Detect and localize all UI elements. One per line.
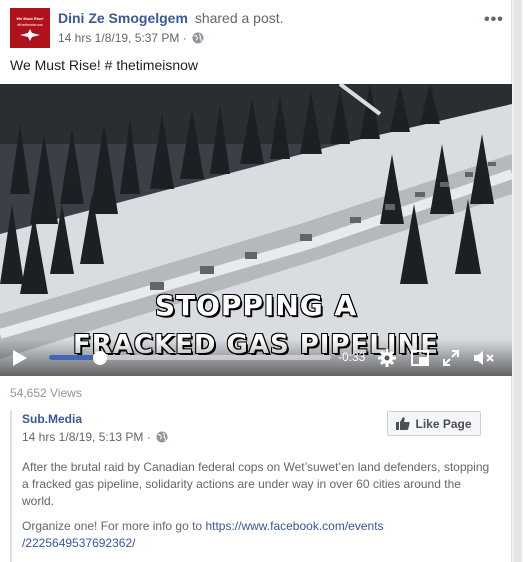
more-options-icon[interactable]: ••• <box>484 11 504 29</box>
volume-muted-icon[interactable] <box>472 348 496 368</box>
time-remaining: -0:33 <box>338 350 366 364</box>
organize-text: Organize one! For more info go to <box>22 519 206 533</box>
video-controls: -0:33 <box>0 339 512 376</box>
shared-original-post: Sub.Media 14 hrs 1/8/19, 5:13 PM · Like … <box>10 410 500 562</box>
globe-icon[interactable] <box>156 431 168 443</box>
shared-post-card: We Must Rise! #thetimeisnow Dini Ze Smog… <box>0 0 512 562</box>
author-line: Dini Ze Smogelgem shared a post. <box>58 10 284 26</box>
event-link-part-1[interactable]: https://www.facebook.com/events <box>205 519 383 533</box>
event-link-part-2[interactable]: /2225649537692362/ <box>22 536 135 550</box>
picture-in-picture-icon[interactable] <box>410 348 430 368</box>
video-player[interactable]: STOPPING A FRACKED GAS PIPELINE -0:33 <box>0 84 512 376</box>
video-caption-line-1: STOPPING A <box>154 289 358 322</box>
shared-post-timestamp[interactable]: 14 hrs 1/8/19, 5:13 PM · <box>22 430 151 444</box>
fullscreen-icon[interactable] <box>441 348 461 368</box>
like-page-label: Like Page <box>415 416 472 431</box>
post-meta: 14 hrs 1/8/19, 5:37 PM · <box>58 31 204 45</box>
scrollbar-thumb[interactable] <box>514 0 521 562</box>
eagle-icon <box>20 28 40 41</box>
shared-page-name-link[interactable]: Sub.Media <box>22 412 82 426</box>
like-page-button[interactable]: Like Page <box>387 411 481 436</box>
globe-icon[interactable] <box>192 32 204 44</box>
play-icon[interactable] <box>12 349 28 367</box>
scrollbar[interactable] <box>512 0 523 562</box>
shared-organize-text: Organize one! For more info go to https:… <box>22 518 492 552</box>
post-text: We Must Rise! # thetimeisnow <box>10 57 199 73</box>
shared-post-meta: 14 hrs 1/8/19, 5:13 PM · <box>22 430 168 444</box>
avatar-text-2: #thetimeisnow <box>17 21 43 27</box>
progress-bar[interactable] <box>49 351 331 365</box>
author-avatar[interactable]: We Must Rise! #thetimeisnow <box>10 8 50 48</box>
author-name-link[interactable]: Dini Ze Smogelgem <box>58 10 188 26</box>
avatar-text-1: We Must Rise! <box>16 15 44 21</box>
settings-gear-icon[interactable] <box>377 348 397 368</box>
shared-description: After the brutal raid by Canadian federa… <box>22 460 490 508</box>
progress-knob[interactable] <box>92 351 107 365</box>
post-timestamp[interactable]: 14 hrs 1/8/19, 5:37 PM · <box>58 31 187 45</box>
author-action: shared a post. <box>194 10 284 26</box>
thumbs-up-icon <box>396 417 411 430</box>
view-count: 54,652 Views <box>10 386 82 400</box>
